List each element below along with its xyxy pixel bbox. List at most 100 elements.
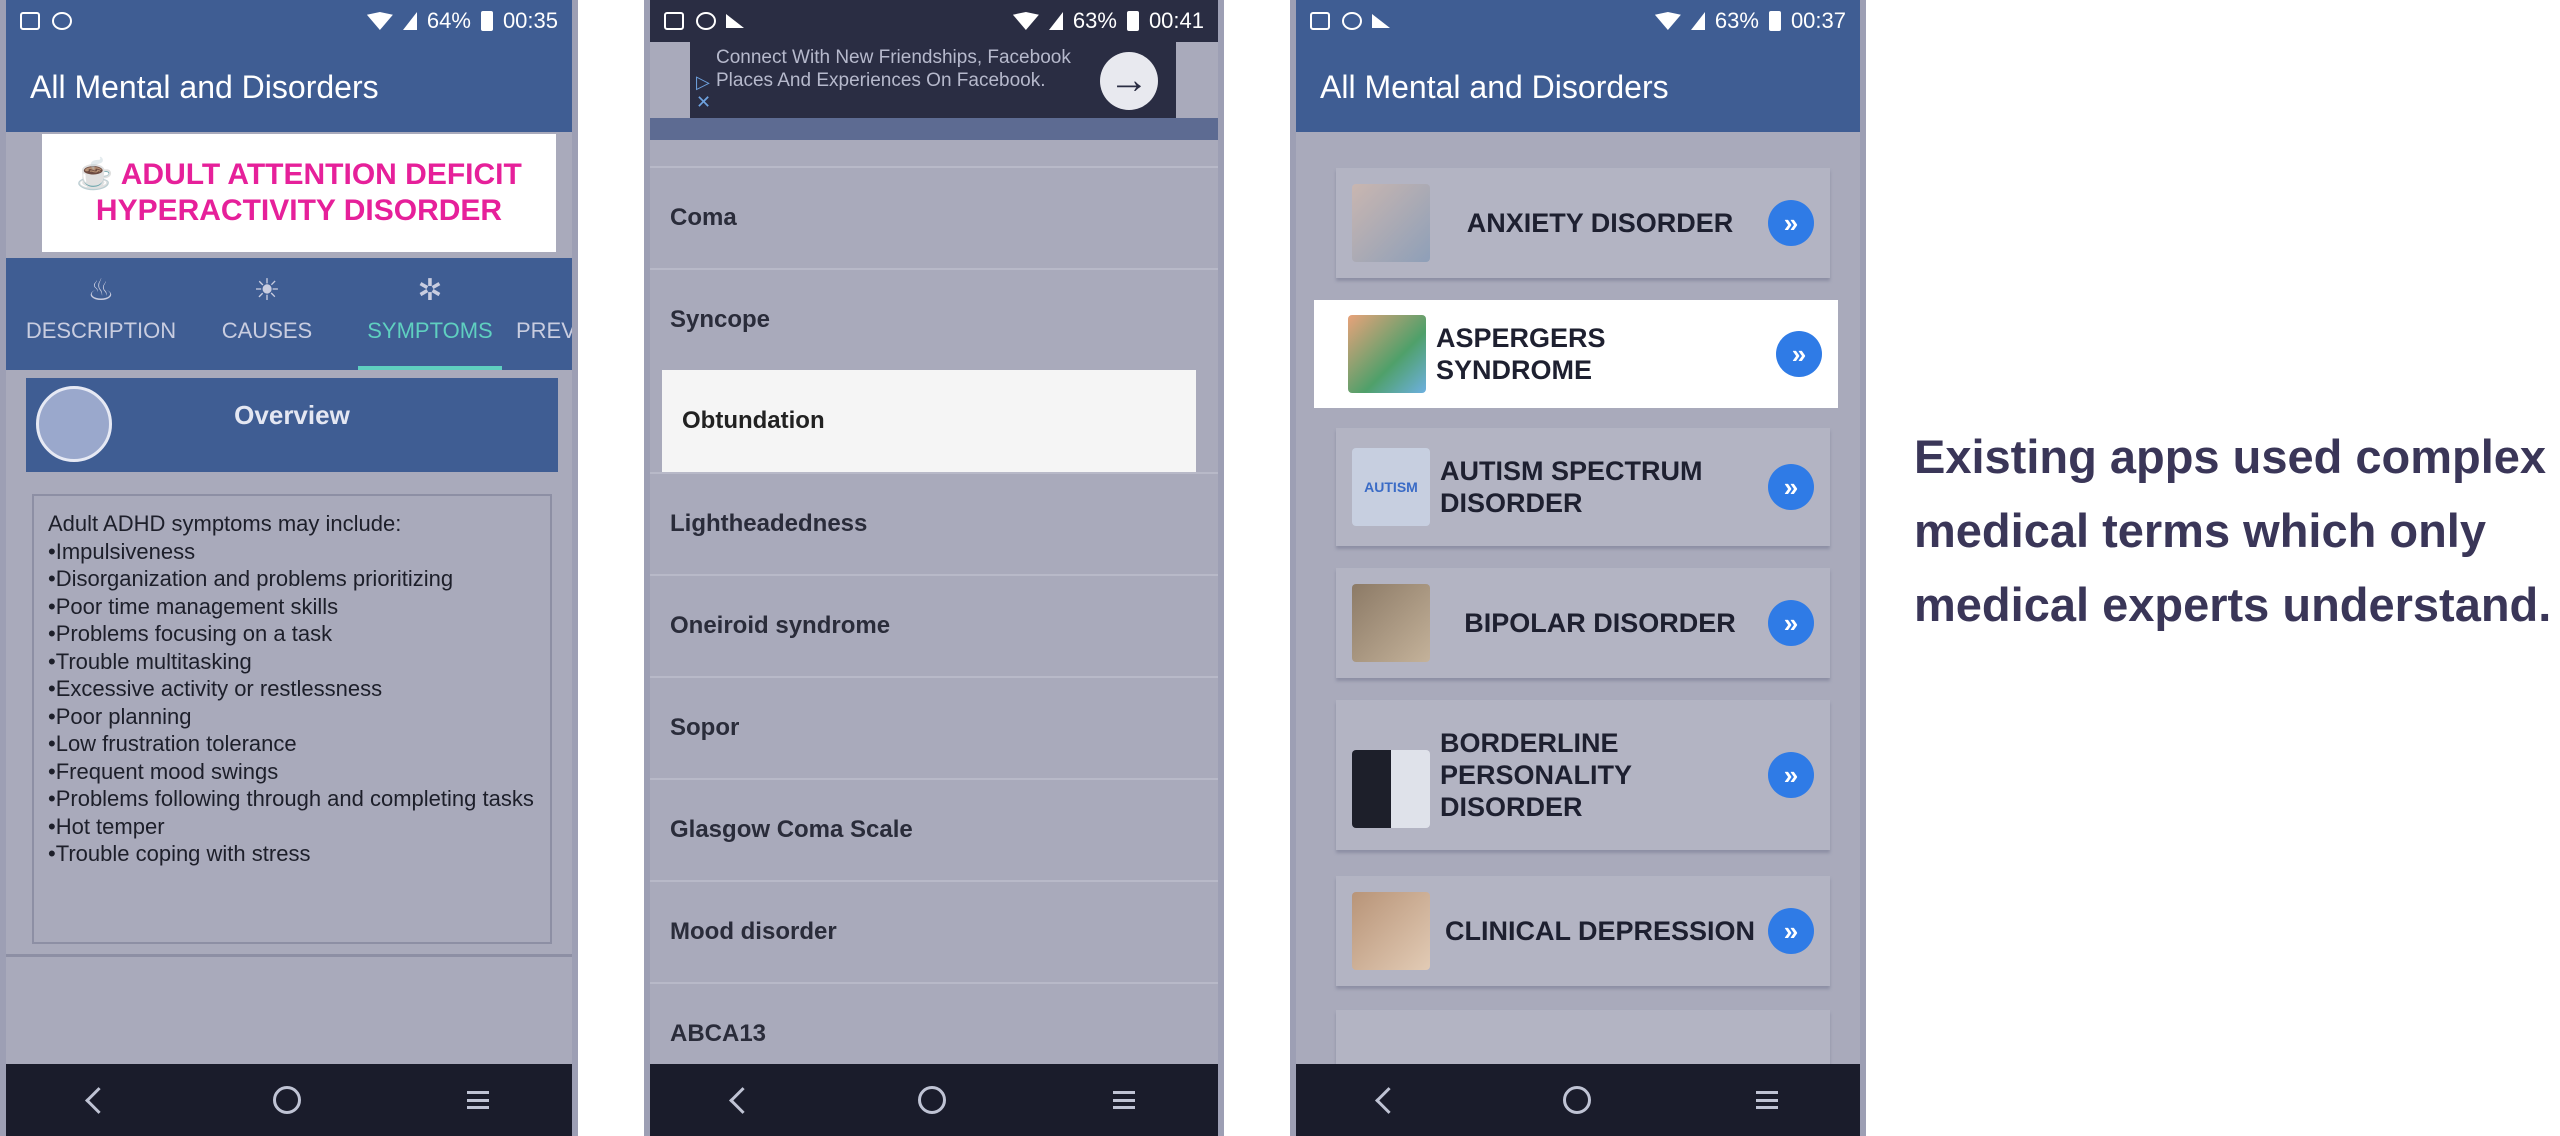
ad-choices-icon[interactable]: ▷ ✕ [696, 72, 714, 112]
term-row[interactable]: Mood disorder [650, 880, 1218, 982]
recents-icon[interactable] [467, 1091, 490, 1109]
overview-title: Overview [234, 400, 350, 430]
gallery-icon [1310, 12, 1330, 30]
chevron-right-icon[interactable]: » [1768, 600, 1814, 646]
phone-screenshot-2: 63% 00:41 ▷ ✕ Connect With New Friendships… [644, 0, 1224, 1136]
signal-icon [1690, 12, 1705, 30]
disorder-card-partial[interactable] [1336, 1010, 1830, 1070]
status-bar: 63% 00:41 [650, 0, 1218, 42]
symptom-item: •Problems focusing on a task [48, 621, 333, 646]
status-bar: 63% 00:37 [1296, 0, 1860, 42]
disorder-label: ANXIETY DISORDER [1466, 208, 1734, 238]
divider [6, 954, 572, 957]
tab-label: DESCRIPTION [25, 318, 177, 343]
gallery-icon [664, 12, 684, 30]
disorder-label: CLINICAL DEPRESSION [1444, 916, 1756, 946]
symptom-item: •Frequent mood swings [48, 758, 279, 784]
chevron-right-icon[interactable]: » [1768, 908, 1814, 954]
signal-icon [402, 12, 417, 30]
symptom-item: •Hot temper [48, 813, 165, 839]
disorder-card-autism[interactable]: AUTISM AUTISM SPECTRUM DISORDER » [1336, 428, 1830, 546]
tab-symptoms[interactable]: ✲ SYMPTOMS [358, 258, 502, 370]
recents-icon[interactable] [1112, 1091, 1135, 1109]
term-label: Obtundation [682, 407, 825, 434]
disorder-card-aspergers[interactable]: ASPERGERS SYNDROME » [1314, 300, 1838, 408]
screen: 63% 00:37 All Mental and Disorders ANXIET… [1296, 0, 1860, 1136]
phone-screenshot-1: 64% 00:35 All Mental and Disorders ☕ ADUL… [0, 0, 578, 1136]
caption-text: Existing apps used complex medical terms… [1914, 430, 2552, 631]
back-icon[interactable] [729, 1086, 757, 1114]
term-label: ABCA13 [670, 1020, 767, 1047]
symptom-item: •Trouble multitasking [48, 648, 252, 674]
app-bar: All Mental and Disorders [6, 42, 572, 132]
ad-strip [650, 118, 1218, 140]
tab-bar: ♨ DESCRIPTION ☀ CAUSES ✲ SYMPTOMS PREV [6, 258, 572, 370]
symptom-item: •Low frustration tolerance [48, 731, 297, 756]
tab-description[interactable]: ♨ DESCRIPTION [10, 258, 192, 370]
symptom-item: •Excessive activity or restlessness [48, 676, 383, 701]
arrow-right-icon[interactable]: → [1100, 52, 1158, 110]
battery-icon [1768, 11, 1781, 31]
clock: 00:41 [1148, 8, 1204, 33]
recents-icon[interactable] [1755, 1091, 1778, 1109]
term-label: Coma [670, 204, 737, 231]
term-row[interactable]: Oneiroid syndrome [650, 574, 1218, 676]
term-row[interactable]: Obtundation [662, 370, 1196, 472]
tab-causes[interactable]: ☀ CAUSES [202, 258, 332, 370]
aspergers-thumbnail [1348, 315, 1426, 393]
wifi-icon [1012, 12, 1039, 30]
app-bar: All Mental and Disorders [1296, 42, 1860, 132]
tab-prevention[interactable]: PREV [516, 258, 572, 370]
term-label: Oneiroid syndrome [670, 612, 891, 639]
signal-icon [1048, 12, 1063, 30]
disorder-card-bipolar[interactable]: BIPOLAR DISORDER » [1336, 568, 1830, 678]
chevron-right-icon[interactable]: » [1776, 331, 1822, 377]
disorder-title-box: ☕ ADULT ATTENTION DEFICIT HYPERACTIVITY … [42, 134, 556, 252]
anxiety-thumbnail [1352, 184, 1430, 262]
back-icon[interactable] [84, 1086, 112, 1114]
disorder-label: BIPOLAR DISORDER [1464, 608, 1736, 638]
term-row[interactable]: Glasgow Coma Scale [650, 778, 1218, 880]
chevron-right-icon[interactable]: » [1768, 464, 1814, 510]
chevron-right-icon[interactable]: » [1768, 200, 1814, 246]
clock: 00:35 [502, 8, 558, 33]
term-label: Glasgow Coma Scale [670, 816, 913, 843]
term-row[interactable]: Coma [650, 166, 1218, 268]
status-bar: 64% 00:35 [6, 0, 572, 42]
clock: 00:37 [1790, 8, 1846, 33]
term-label: Syncope [670, 306, 771, 333]
disorder-label: ASPERGERS SYNDROME [1436, 323, 1606, 385]
depression-thumbnail [1352, 892, 1430, 970]
play-icon [1372, 14, 1390, 28]
chevron-right-icon[interactable]: » [1768, 752, 1814, 798]
battery-icon [1126, 11, 1139, 31]
term-row[interactable]: Syncope [650, 268, 1218, 370]
android-nav-bar [6, 1064, 572, 1136]
ad-banner[interactable]: ▷ ✕ Connect With New Friendships, Faceboo… [690, 42, 1176, 118]
disorder-card-depression[interactable]: CLINICAL DEPRESSION » [1336, 876, 1830, 986]
sync-icon [52, 12, 72, 30]
screen: 64% 00:35 All Mental and Disorders ☕ ADUL… [6, 0, 572, 1136]
disorder-label: BORDERLINE PERSONALITY DISORDER [1440, 728, 1632, 822]
app-title: All Mental and Disorders [1320, 68, 1669, 105]
home-icon[interactable] [918, 1086, 947, 1114]
term-row[interactable]: Lightheadedness [650, 472, 1218, 574]
coffee-icon: ☕ [76, 158, 114, 191]
gallery-icon [20, 12, 40, 30]
wifi-icon [1654, 12, 1681, 30]
autism-thumbnail: AUTISM [1352, 448, 1430, 526]
symptom-item: •Disorganization and problems prioritizi… [48, 566, 454, 591]
term-row[interactable]: Sopor [650, 676, 1218, 778]
symptom-item: •Problems following through and completi… [48, 786, 534, 811]
term-label: Sopor [670, 714, 740, 741]
sync-icon [1342, 12, 1362, 30]
symptom-item: •Trouble coping with stress [48, 841, 311, 866]
disorder-card-anxiety[interactable]: ANXIETY DISORDER » [1336, 168, 1830, 278]
tab-label: PREV [516, 318, 572, 343]
disorder-card-borderline[interactable]: BORDERLINE PERSONALITY DISORDER » [1336, 700, 1830, 850]
home-icon[interactable] [1562, 1086, 1591, 1114]
home-icon[interactable] [273, 1086, 302, 1114]
symptom-list: •Impulsiveness •Disorganization and probl… [48, 538, 536, 868]
back-icon[interactable] [1374, 1086, 1402, 1114]
virus-icon: ✲ [417, 274, 443, 307]
